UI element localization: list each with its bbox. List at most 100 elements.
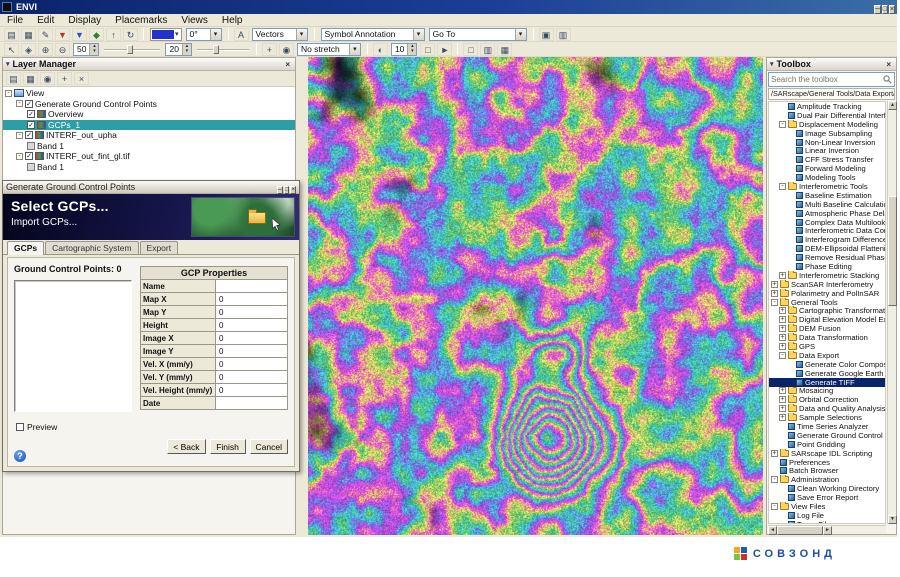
gcp-property-value[interactable]: 0 [216,331,288,345]
scroll-down-icon[interactable]: ▼ [888,515,897,524]
toolbox-item-interferogram-difference[interactable]: Interferogram Difference [769,235,885,244]
menu-item-edit[interactable]: Edit [30,15,61,26]
gcp-list-box[interactable] [14,280,132,412]
toolbox-item-mosaicing[interactable]: +Mosaicing [769,387,885,396]
toolbox-item-amplitude-tracking[interactable]: Amplitude Tracking [769,102,885,111]
toolbox-item-phase-editing[interactable]: Phase Editing [769,262,885,271]
toolbox-header[interactable]: ▾ Toolbox × [767,58,896,71]
stretch-combo[interactable]: No stretch▾ [297,43,361,56]
gcp-property-value[interactable]: 0 [216,318,288,332]
expander-icon[interactable]: + [779,414,786,421]
menu-item-placemarks[interactable]: Placemarks [108,15,174,26]
blend-icon[interactable]: □ [420,43,435,56]
toolbox-item-orbital-correction[interactable]: +Orbital Correction [769,395,885,404]
lm-data-manager-icon[interactable]: ▦ [23,72,38,85]
spin-down-icon[interactable]: ▾ [408,49,416,55]
layer-tree-item-gcps-1[interactable]: ✓GCPs_1 [3,120,295,131]
scroll-left-icon[interactable]: ◄ [768,526,777,535]
toolbox-item-modeling-tools[interactable]: Modeling Tools [769,173,885,182]
gcp-property-value[interactable]: 0 [216,357,288,371]
toolbox-item-dem-fusion[interactable]: +DEM Fusion [769,324,885,333]
select-cursor-icon[interactable]: ↖ [4,43,19,56]
toolbox-item-dem-ellipsoidal-flattening[interactable]: DEM-Ellipsoidal Flattening [769,244,885,253]
toolbox-item-log-file[interactable]: Log File [769,511,885,520]
close-button[interactable]: × [889,5,895,14]
title-bar[interactable]: ENVI ─□× [0,0,897,14]
expander-icon[interactable]: + [779,316,786,323]
crosshair-icon[interactable]: + [262,43,277,56]
lm-open-icon[interactable]: ▤ [6,72,21,85]
gcp-property-value[interactable] [216,279,288,293]
zoom-slider[interactable] [104,43,160,56]
toolbox-item-dual-pair-differential-interferometr[interactable]: Dual Pair Differential Interferometr [769,111,885,120]
checkbox-checked[interactable]: ✓ [27,110,35,118]
close-icon[interactable]: × [283,60,292,69]
toolbox-item-view-files[interactable]: -View Files [769,502,885,511]
gcp-property-value[interactable]: 0 [216,305,288,319]
expander-icon[interactable]: - [771,299,778,306]
rotation-spin[interactable]: 20▴▾ [165,43,191,56]
zoom-level-spin[interactable]: 50▴▾ [73,43,99,56]
interferogram-canvas[interactable] [308,57,763,535]
minimize-button[interactable]: ─ [874,5,881,14]
toolbox-item-batch-browser[interactable]: Batch Browser [769,467,885,476]
north-arrow-icon[interactable]: ↑ [106,28,121,41]
toolbox-item-multi-baseline-calculation[interactable]: Multi Baseline Calculation [769,200,885,209]
expander-icon[interactable]: + [779,307,786,314]
layer-tree-item-generate-ground-control-points[interactable]: -✓Generate Ground Control Points [3,99,295,110]
expander-icon[interactable]: - [771,503,778,510]
expander-icon[interactable]: + [771,290,778,297]
layer-tree-item-view[interactable]: -View [3,88,295,99]
button-finish[interactable]: Finish [210,439,246,454]
toolbox-item-interferometric-stacking[interactable]: +Interferometric Stacking [769,271,885,280]
toolbox-item-data-transformation[interactable]: +Data Transformation [769,333,885,342]
close-icon[interactable]: × [884,60,893,69]
toolbox-item-complex-data-multilooking[interactable]: Complex Data Multilooking [769,218,885,227]
toolbox-item-non-linear-inversion[interactable]: Non-Linear Inversion [769,138,885,147]
blue-pushpin-icon[interactable]: ▼ [72,28,87,41]
dialog-title-bar[interactable]: Generate Ground Control Points ─□× [3,181,299,194]
scrollbar-thumb[interactable] [777,526,823,535]
expander-icon[interactable]: - [779,121,786,128]
red-pushpin-icon[interactable]: ▼ [55,28,70,41]
toolbox-item-interferometric-tools[interactable]: -Interferometric Tools [769,182,885,191]
toolbox-item-linear-inversion[interactable]: Linear Inversion [769,146,885,155]
scroll-right-icon[interactable]: ► [823,526,832,535]
gcp-property-value[interactable]: 0 [216,292,288,306]
expander-icon[interactable]: - [771,476,778,483]
expander-icon[interactable]: - [5,90,12,97]
green-placemark-icon[interactable]: ◆ [89,28,104,41]
go-to-combo[interactable]: Go To▾ [429,28,527,41]
two-vertical-views-icon[interactable]: ▥ [480,43,495,56]
views-layout-icon[interactable]: ▣ [539,28,554,41]
pan-hand-icon[interactable]: ◈ [21,43,36,56]
flicker-speed-spin[interactable]: 10▴▾ [391,43,417,56]
flicker-icon[interactable]: ► [437,43,452,56]
toolbox-item-point-gridding[interactable]: Point Gridding [769,440,885,449]
toolbox-item-save-error-report[interactable]: Save Error Report [769,493,885,502]
spin-down-icon[interactable]: ▾ [183,49,191,55]
grid-views-icon[interactable]: ▦ [497,43,512,56]
spin-down-icon[interactable]: ▾ [90,49,98,55]
toolbox-item-sample-selections[interactable]: +Sample Selections [769,413,885,422]
toolbox-item-polarimetry-and-polinsar[interactable]: +Polarimetry and PolInSAR [769,289,885,298]
cursor-value-icon[interactable]: ◉ [279,43,294,56]
toolbox-item-forward-modeling[interactable]: Forward Modeling [769,164,885,173]
toolbox-item-generate-ground-control-points[interactable]: Generate Ground Control Points [769,431,885,440]
expander-icon[interactable]: + [771,450,778,457]
toolbox-item-generate-tiff[interactable]: Generate TIFF [769,378,885,387]
gcp-property-value[interactable]: 0 [216,344,288,358]
checkbox-checked[interactable]: ✓ [25,100,33,108]
layer-tree-item-band-1[interactable]: Band 1 [3,162,295,173]
open-file-icon[interactable]: ▤ [4,28,19,41]
expander-icon[interactable]: - [16,100,23,107]
toolbox-item-remove-residual-phase-freq[interactable]: Remove Residual Phase Freq [769,253,885,262]
toolbox-item-preferences[interactable]: Preferences [769,458,885,467]
menu-item-file[interactable]: File [0,15,30,26]
toolbox-item-cff-stress-transfer[interactable]: CFF Stress Transfer [769,155,885,164]
layer-tree-item-band-1[interactable]: Band 1 [3,141,295,152]
toolbox-item-scansar-interferometry[interactable]: +ScanSAR Interferometry [769,280,885,289]
toolbox-item-time-series-analyzer[interactable]: Time Series Analyzer [769,422,885,431]
expander-icon[interactable]: + [779,387,786,394]
refresh-icon[interactable]: ↻ [123,28,138,41]
